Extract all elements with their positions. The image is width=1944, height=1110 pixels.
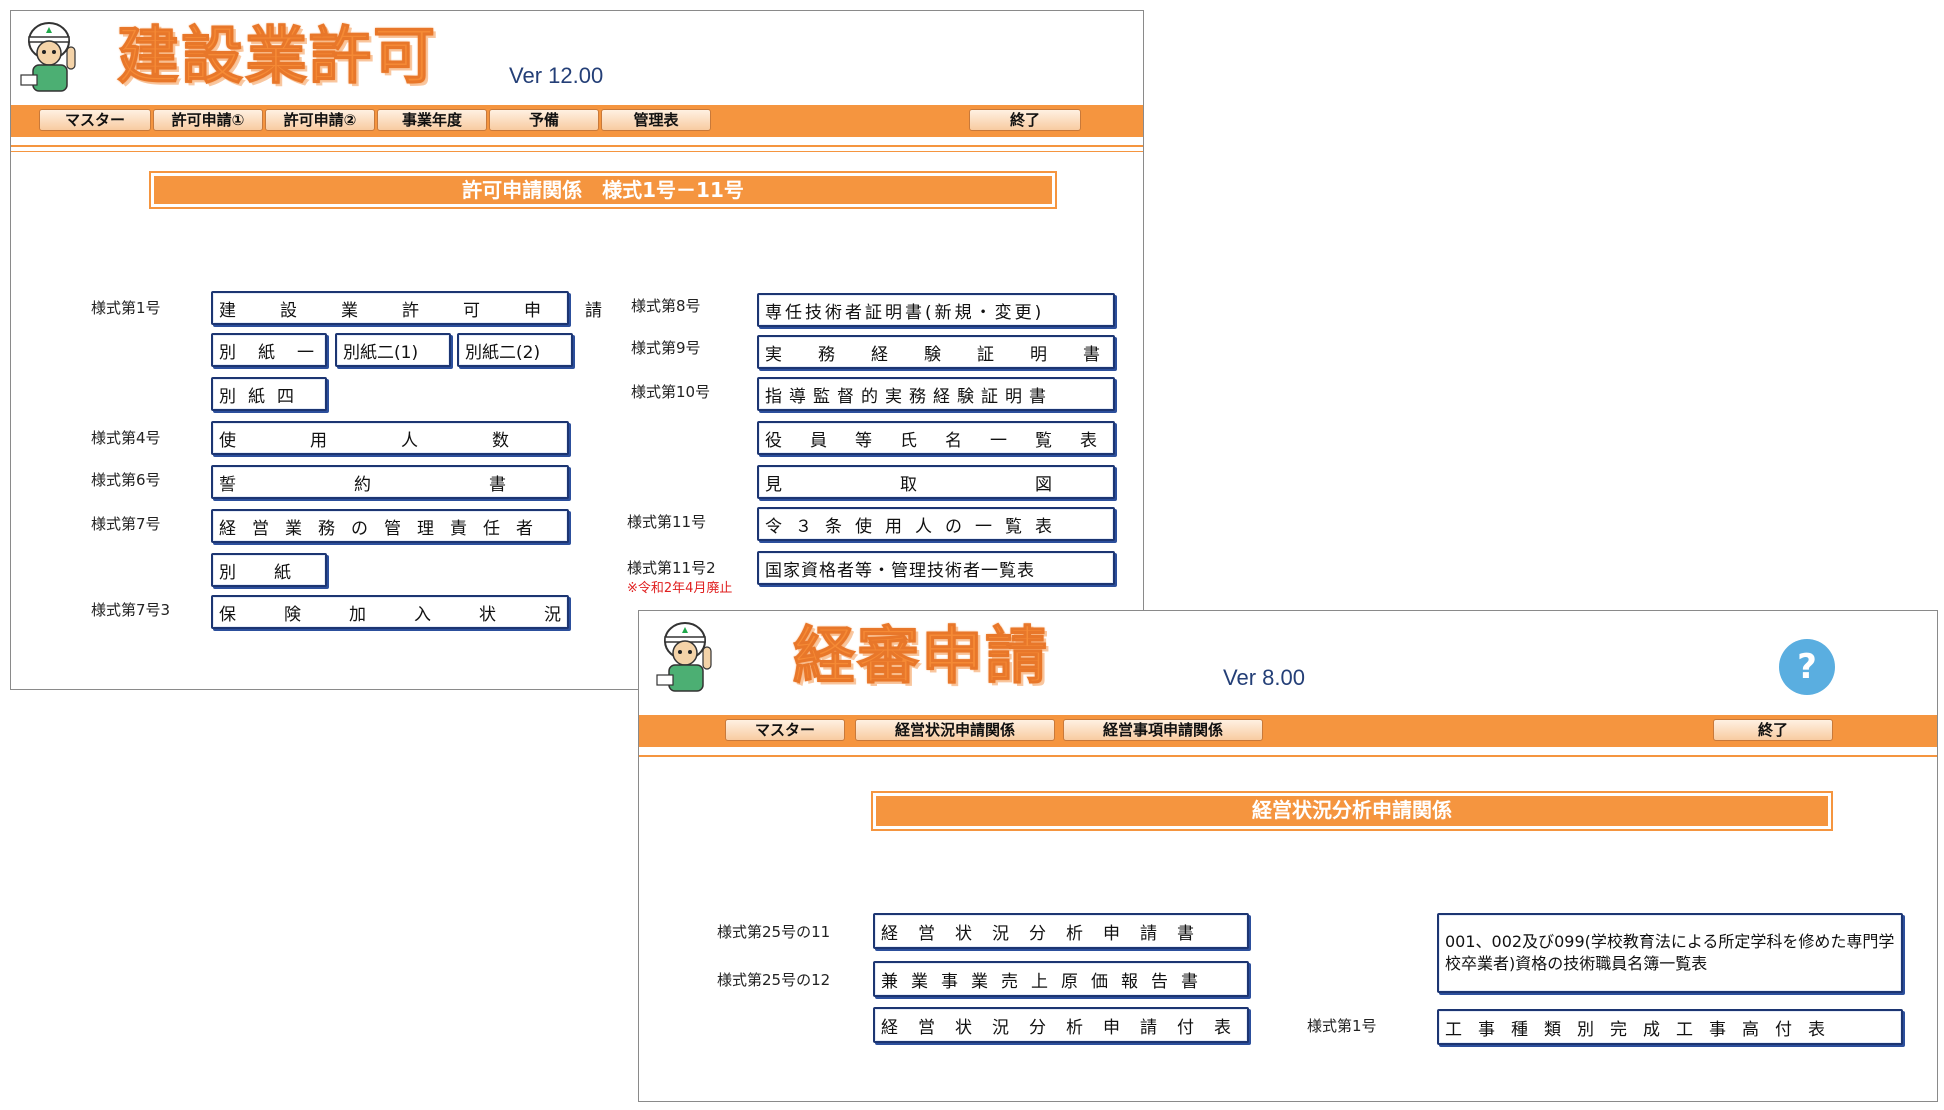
label-form-1: 様式第1号 (1307, 1017, 1377, 1035)
app-title: 建設業許可 (116, 19, 438, 92)
button-label: 別紙一 (219, 342, 336, 363)
label-form-10: 様式第10号 (631, 383, 711, 401)
button-label: 別紙二(2) (465, 342, 541, 363)
menu-bar: マスター 許可申請① 許可申請② 事業年度 予備 管理表 終了 (11, 105, 1143, 137)
keiei-joukyou-shinsei-button[interactable]: 経営状況分析申請書 (873, 913, 1249, 949)
button-label: 経営状況分析申請付表 (881, 1017, 1251, 1038)
menu-divider (639, 755, 1937, 757)
menu-bar: マスター 経営状況申請関係 経営事項申請関係 終了 (639, 715, 1937, 747)
gijutsu-meibo-button[interactable]: 001、002及び099(学校教育法による所定学科を修めた専門学校卒業者)資格の… (1437, 913, 1903, 993)
besshi-2-1-button[interactable]: 別紙二(1) (335, 333, 451, 367)
keiei-fuhyou-button[interactable]: 経営状況分析申請付表 (873, 1007, 1249, 1043)
seiyakusho-button[interactable]: 誓約書 (211, 465, 569, 499)
sennin-gijutsusha-button[interactable]: 専任技術者証明書(新規・変更) (757, 293, 1115, 327)
button-label: 専任技術者証明書(新規・変更) (765, 302, 1045, 323)
label-form-8: 様式第8号 (631, 297, 701, 315)
label-form-4: 様式第4号 (91, 429, 161, 447)
menu-master[interactable]: マスター (39, 109, 151, 131)
label-form-7: 様式第7号 (91, 515, 161, 533)
mascot-icon (20, 22, 76, 92)
button-label: 兼業事業売上原価報告書 (881, 971, 1211, 992)
exit-button[interactable]: 終了 (969, 109, 1081, 131)
menu-yobi[interactable]: 予備 (489, 109, 599, 131)
button-label: 見取図 (765, 474, 1144, 495)
kensetsu-kyoka-shinsei-button[interactable]: 建設業許可申請 (211, 291, 646, 325)
rei3jou-shiyounin-button[interactable]: 令３条使用人の一覧表 (757, 507, 1115, 541)
yakuin-ichiran-button[interactable]: 役員等氏名一覧表 (757, 421, 1115, 455)
button-label: 保険加入状況 (219, 604, 609, 625)
mascot-icon (656, 622, 712, 692)
menu-master[interactable]: マスター (725, 719, 845, 741)
exit-button[interactable]: 終了 (1713, 719, 1833, 741)
mitorizu-button[interactable]: 見取図 (757, 465, 1115, 499)
abolished-note: ※令和2年4月廃止 (627, 581, 733, 596)
menu-kyoka-shinsei-2[interactable]: 許可申請② (265, 109, 375, 131)
button-label: 経営状況分析申請書 (881, 923, 1214, 944)
label-form-6: 様式第6号 (91, 471, 161, 489)
version-label: Ver 8.00 (1223, 665, 1305, 690)
label-form-11-2: 様式第11号2 (627, 559, 716, 577)
button-label: 誓約書 (219, 474, 624, 495)
button-label: 建設業許可申請 (219, 300, 646, 321)
button-label: 別紙二(1) (343, 342, 419, 363)
menu-divider (11, 145, 1143, 147)
button-label: 使用人数 (219, 430, 583, 451)
menu-jigyou-nendo[interactable]: 事業年度 (377, 109, 487, 131)
help-icon[interactable]: ? (1779, 639, 1835, 695)
button-label: 001、002及び099(学校教育法による所定学科を修めた専門学校卒業者)資格の… (1445, 932, 1895, 973)
kokka-shikaku-button[interactable]: 国家資格者等・管理技術者一覧表 (757, 551, 1115, 585)
label-form-11: 様式第11号 (627, 513, 707, 531)
kensetsu-kyoka-window: 建設業許可 Ver 12.00 マスター 許可申請① 許可申請② 事業年度 予備… (10, 10, 1144, 690)
kanseikoji-button[interactable]: 工事種類別完成工事高付表 (1437, 1009, 1903, 1045)
label-form-1: 様式第1号 (91, 299, 161, 317)
button-label: 国家資格者等・管理技術者一覧表 (765, 560, 1035, 581)
version-label: Ver 12.00 (509, 63, 604, 88)
menu-kyoka-shinsei-1[interactable]: 許可申請① (153, 109, 263, 131)
label-form-25-12: 様式第25号の12 (717, 971, 831, 989)
hoken-kanyu-button[interactable]: 保険加入状況 (211, 595, 569, 629)
jitsumu-keiken-button[interactable]: 実務経験証明書 (757, 335, 1115, 369)
menu-keiei-jikou[interactable]: 経営事項申請関係 (1063, 719, 1263, 741)
keishin-shinsei-window: 経審申請 Ver 8.00 ? マスター 経営状況申請関係 経営事項申請関係 終… (638, 610, 1938, 1102)
section-title: 許可申請関係 様式1号－11号 (149, 171, 1057, 209)
label-form-25-11: 様式第25号の11 (717, 923, 831, 941)
button-label: 指導監督的実務経験証明書 (765, 386, 1053, 407)
keiei-sekininsha-button[interactable]: 経営業務の管理責任者 (211, 509, 569, 543)
section-title: 経営状況分析申請関係 (871, 791, 1833, 831)
app-title: 経審申請 (792, 619, 1050, 692)
button-label: 令３条使用人の一覧表 (765, 516, 1065, 537)
button-label: 実務経験証明書 (765, 344, 1136, 365)
besshi-4-button[interactable]: 別紙四 (211, 377, 327, 411)
button-label: 経営業務の管理責任者 (219, 518, 549, 539)
menu-divider (11, 151, 1143, 152)
label-form-7-3: 様式第7号3 (91, 601, 171, 619)
shiyounin-suu-button[interactable]: 使用人数 (211, 421, 569, 455)
label-form-9: 様式第9号 (631, 339, 701, 357)
menu-kanrihyou[interactable]: 管理表 (601, 109, 711, 131)
shidou-kantoku-button[interactable]: 指導監督的実務経験証明書 (757, 377, 1115, 411)
besshi-1-button[interactable]: 別紙一 (211, 333, 327, 367)
button-label: 工事種類別完成工事高付表 (1445, 1019, 1841, 1040)
besshi-2-2-button[interactable]: 別紙二(2) (457, 333, 573, 367)
button-label: 別紙 (219, 562, 329, 583)
button-label: 役員等氏名一覧表 (765, 430, 1125, 451)
menu-keiei-joukyou[interactable]: 経営状況申請関係 (855, 719, 1055, 741)
button-label: 別紙四 (219, 386, 306, 407)
besshi-button[interactable]: 別紙 (211, 553, 327, 587)
kengyou-jigyou-button[interactable]: 兼業事業売上原価報告書 (873, 961, 1249, 997)
